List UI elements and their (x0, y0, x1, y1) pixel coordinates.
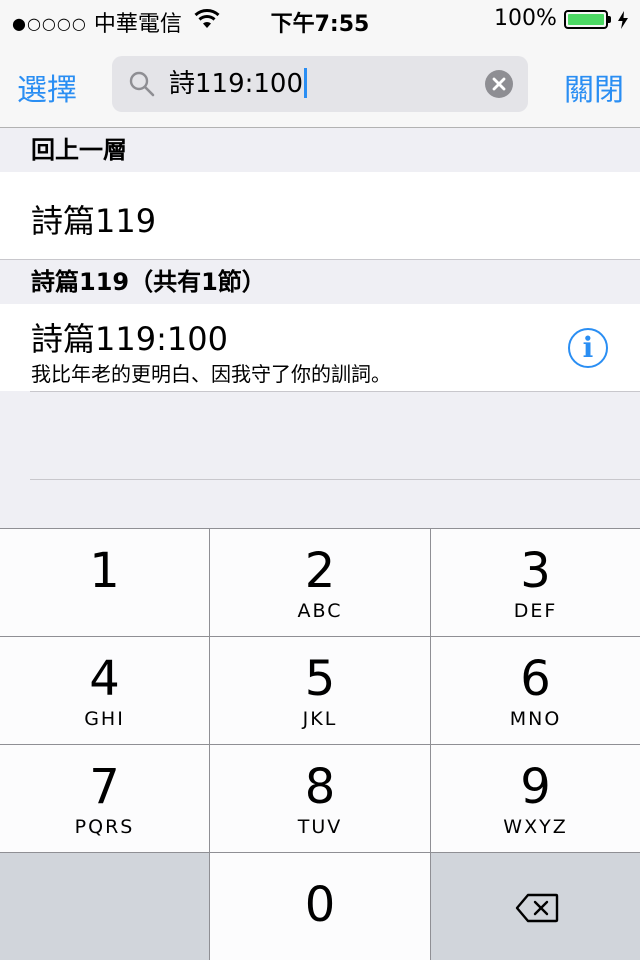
select-button[interactable]: 選擇 (17, 65, 77, 109)
battery-level (568, 14, 604, 25)
key-7[interactable]: 7 PQRS (0, 745, 209, 852)
backspace-icon (515, 893, 559, 923)
text-cursor (304, 68, 308, 98)
key-9[interactable]: 9 WXYZ (431, 745, 640, 852)
clear-icon (492, 77, 506, 91)
key-1[interactable]: 1 (0, 529, 209, 636)
key-digit: 6 (520, 651, 551, 707)
key-digit: 8 (304, 759, 336, 815)
list-item-subtitle: 我比年老的更明白、因我守了你的訓詞。 (31, 362, 391, 386)
key-2[interactable]: 2 ABC (210, 529, 430, 636)
row-divider (30, 391, 640, 392)
close-button[interactable]: 關閉 (564, 65, 624, 109)
key-letters: WXYZ (503, 816, 568, 838)
row-divider (30, 479, 640, 480)
list-item-chapter[interactable]: 詩篇119 (0, 172, 640, 259)
status-bar: ●○○○○ 中華電信 下午7:55 100% (0, 0, 640, 40)
key-letters: MNO (509, 708, 562, 730)
key-8[interactable]: 8 TUV (210, 745, 430, 852)
key-letters: PQRS (74, 816, 135, 838)
key-3[interactable]: 3 DEF (431, 529, 640, 636)
info-icon[interactable]: i (568, 328, 608, 368)
delete-key[interactable] (431, 853, 640, 960)
key-digit: 5 (304, 651, 336, 707)
key-letters: TUV (297, 816, 343, 838)
battery-percent: 100% (494, 6, 557, 31)
key-0[interactable]: 0 (210, 853, 430, 960)
list-item-title: 詩篇119:100 (31, 320, 228, 358)
section-header-back[interactable]: 回上一層 (0, 128, 640, 172)
list-item-verse[interactable]: 詩篇119:100 我比年老的更明白、因我守了你的訓詞。 i (0, 304, 640, 391)
key-letters: JKL (302, 708, 338, 730)
key-digit: 2 (304, 543, 336, 599)
key-letters: ABC (297, 600, 343, 622)
search-field[interactable]: 詩119:100 (112, 56, 528, 112)
search-icon (129, 71, 155, 97)
search-bar: 選擇 詩119:100 關閉 (0, 40, 640, 128)
battery-icon (564, 10, 608, 29)
key-blank (0, 853, 209, 960)
key-digit: 7 (89, 759, 120, 815)
key-digit: 4 (89, 651, 120, 707)
key-digit: 1 (89, 543, 120, 599)
key-digit: 0 (304, 877, 336, 933)
section-header-chapter: 詩篇119（共有1節） (0, 260, 640, 304)
battery-nub (608, 16, 611, 23)
key-letters: DEF (513, 600, 558, 622)
key-letters: GHI (84, 708, 125, 730)
key-digit: 9 (520, 759, 551, 815)
search-query: 詩119:100 (169, 69, 304, 99)
numeric-keypad: 1 2 ABC 3 DEF 4 GHI 5 JKL 6 MNO 7 PQRS 8… (0, 528, 640, 960)
clear-search-button[interactable] (485, 70, 513, 98)
key-4[interactable]: 4 GHI (0, 637, 209, 744)
search-input[interactable]: 詩119:100 (169, 68, 308, 100)
charging-icon (618, 11, 628, 29)
key-6[interactable]: 6 MNO (431, 637, 640, 744)
list-item-title: 詩篇119 (31, 202, 157, 240)
key-digit: 3 (520, 543, 551, 599)
key-5[interactable]: 5 JKL (210, 637, 430, 744)
